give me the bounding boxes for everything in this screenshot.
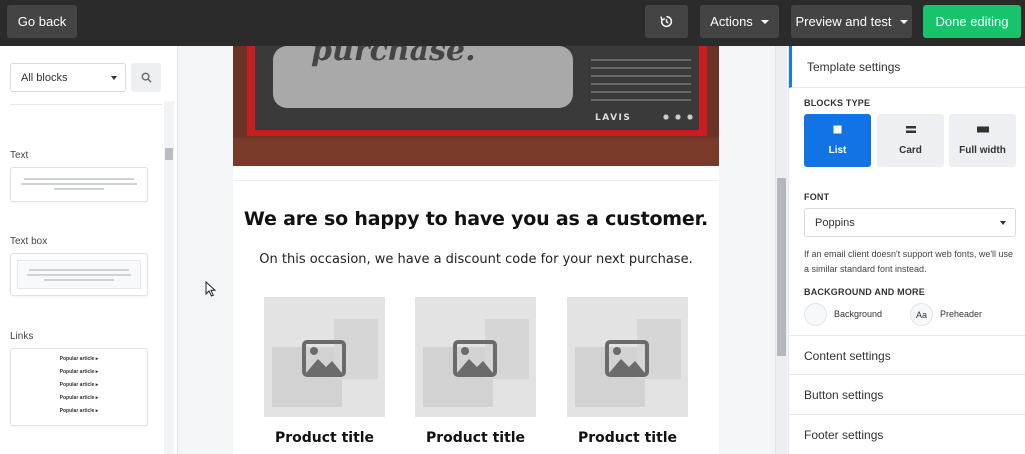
email-headline[interactable]: We are so happy to have you as a custome…	[233, 208, 719, 230]
preheader-icon-text: Aa	[915, 309, 927, 320]
background-color-swatch[interactable]	[804, 303, 827, 326]
email-preview: purchase. LAVIS We are so happy to have …	[233, 46, 719, 454]
text-line	[21, 183, 137, 185]
link-item: Popular article ▸	[59, 408, 99, 414]
done-label: Done editing	[935, 14, 1009, 29]
chevron-down-icon	[1000, 221, 1006, 225]
link-item: Popular article ▸	[59, 395, 99, 401]
tv-photo: purchase. LAVIS	[233, 46, 719, 166]
hero-image[interactable]: purchase. LAVIS	[233, 46, 719, 166]
list-icon	[833, 125, 842, 134]
content-settings-row[interactable]: Content settings	[789, 335, 1025, 375]
scrollbar-thumb[interactable]	[165, 148, 173, 160]
go-back-label: Go back	[17, 14, 67, 29]
text-box-preview	[17, 260, 141, 289]
mouse-cursor-icon	[205, 281, 217, 297]
block-type-label: Full width	[959, 145, 1006, 156]
text-line	[27, 274, 131, 276]
block-type-label: Card	[899, 145, 922, 156]
font-label: FONT	[804, 192, 830, 202]
block-card-links[interactable]: Popular article ▸ Popular article ▸ Popu…	[10, 348, 148, 426]
hero-text: purchase.	[311, 46, 476, 68]
panel-divider	[10, 104, 162, 105]
content-settings-label: Content settings	[804, 348, 891, 363]
block-label-text-box: Text box	[10, 236, 48, 247]
block-type-full-width-button[interactable]: Full width	[949, 114, 1016, 167]
block-type-card-button[interactable]: Card	[877, 114, 944, 167]
chevron-down-icon	[111, 76, 117, 80]
text-line	[54, 188, 104, 190]
chevron-down-icon	[899, 19, 908, 24]
image-placeholder-icon	[264, 297, 385, 417]
done-editing-button[interactable]: Done editing	[923, 5, 1021, 38]
preheader-icon[interactable]: Aa	[910, 303, 933, 326]
block-card-text-box[interactable]	[10, 253, 148, 296]
link-item: Popular article ▸	[59, 356, 99, 362]
block-type-list-button[interactable]: List	[804, 114, 871, 167]
product-title: Product title	[577, 430, 678, 446]
background-label[interactable]: Background	[834, 309, 882, 319]
footer-settings-row[interactable]: Footer settings	[789, 414, 1025, 454]
search-icon	[141, 72, 152, 83]
image-placeholder-icon	[567, 297, 688, 417]
template-settings-tab[interactable]: Template settings	[789, 46, 1025, 88]
product-card[interactable]: Product title	[264, 297, 385, 446]
blocks-type-label: BLOCKS TYPE	[804, 98, 871, 108]
search-button[interactable]	[131, 63, 161, 92]
text-line	[24, 178, 134, 180]
settings-panel: Template settings BLOCKS TYPE List Card …	[788, 46, 1025, 454]
product-title: Product title	[425, 430, 526, 446]
preview-label: Preview and test	[795, 14, 892, 29]
product-image	[415, 297, 536, 417]
product-image	[264, 297, 385, 417]
card-icon	[905, 126, 916, 133]
full-width-icon	[976, 126, 989, 133]
product-card[interactable]: Product title	[567, 297, 688, 446]
history-button[interactable]	[645, 5, 688, 38]
block-label-links: Links	[10, 331, 34, 342]
canvas-scrollbar[interactable]	[775, 46, 787, 454]
blocks-panel: All blocks Text Text box Links Popular a…	[0, 46, 178, 454]
button-settings-row[interactable]: Button settings	[789, 374, 1025, 414]
top-toolbar: Go back Actions Preview and test Done ed…	[0, 0, 1025, 46]
chevron-down-icon	[760, 19, 769, 24]
scrollbar-thumb[interactable]	[777, 178, 786, 356]
preview-and-test-button[interactable]: Preview and test	[791, 5, 912, 38]
font-fallback-note: If an email client doesn't support web f…	[804, 249, 1014, 274]
block-type-label: List	[828, 145, 847, 156]
product-title: Product title	[274, 430, 375, 446]
blocks-filter-value: All blocks	[21, 71, 68, 84]
blocks-filter-select[interactable]: All blocks	[10, 63, 126, 92]
preheader-label[interactable]: Preheader	[940, 309, 982, 319]
product-image	[567, 297, 688, 417]
go-back-button[interactable]: Go back	[7, 5, 77, 38]
template-settings-label: Template settings	[807, 59, 901, 74]
text-line	[44, 279, 114, 281]
footer-settings-label: Footer settings	[804, 427, 884, 442]
actions-label: Actions	[710, 14, 753, 29]
background-section-label: BACKGROUND AND MORE	[804, 287, 925, 297]
link-item: Popular article ▸	[59, 369, 99, 375]
actions-button[interactable]: Actions	[700, 5, 779, 38]
block-card-text[interactable]	[10, 167, 148, 202]
email-subline[interactable]: On this occasion, we have a discount cod…	[233, 252, 719, 267]
tv-brand: LAVIS	[595, 113, 631, 123]
link-item: Popular article ▸	[59, 382, 99, 388]
product-card[interactable]: Product title	[415, 297, 536, 446]
section-divider	[233, 180, 719, 181]
image-placeholder-icon	[415, 297, 536, 417]
text-line	[29, 269, 129, 271]
button-settings-label: Button settings	[804, 387, 884, 402]
history-icon	[660, 15, 673, 28]
font-select-value: Poppins	[815, 216, 855, 229]
block-label-text: Text	[10, 150, 29, 161]
font-select[interactable]: Poppins	[804, 208, 1016, 237]
blocks-scrollbar[interactable]	[164, 101, 174, 454]
